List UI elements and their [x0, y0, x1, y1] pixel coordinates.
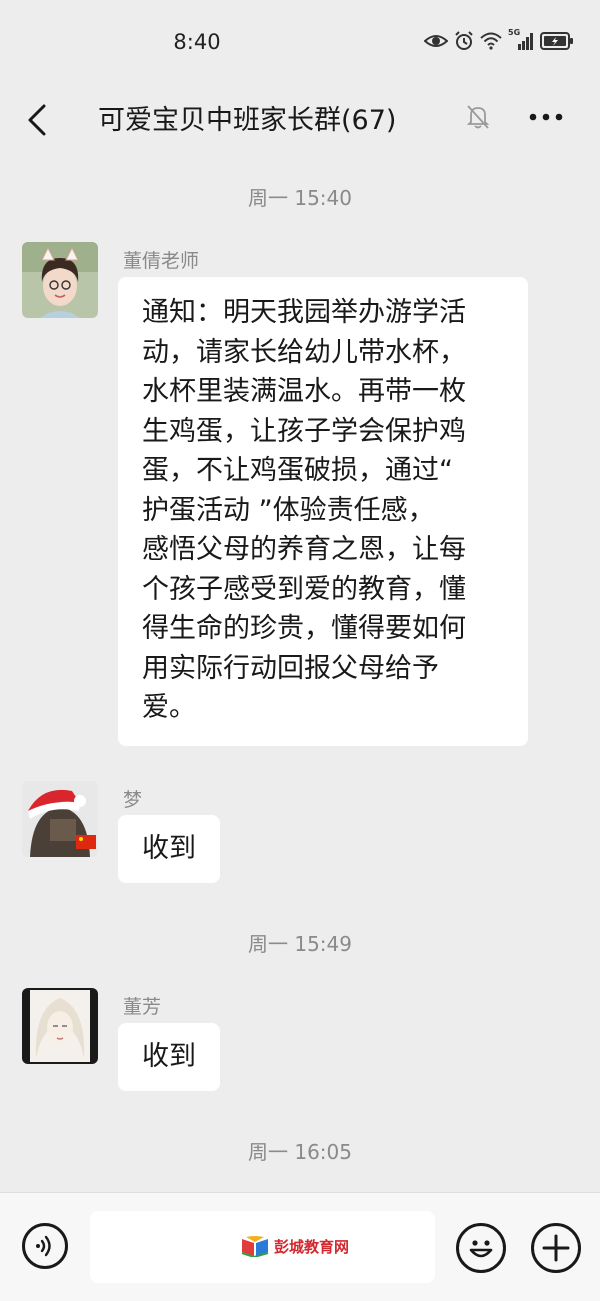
- more-icon: [529, 113, 563, 121]
- plus-button[interactable]: [531, 1223, 581, 1273]
- avatar-teacher[interactable]: [22, 242, 98, 318]
- time-separator: 周一 15:40: [248, 186, 352, 210]
- status-bar: 8:40 5G: [0, 0, 600, 88]
- watermark: 彭城教育网: [240, 1235, 349, 1257]
- chat-area[interactable]: 周一 15:40 董倩老师 通知：明天我园举办游学活 动，请家长给幼儿带水杯， …: [0, 162, 600, 1192]
- message-line: 得生命的珍贵，懂得要如何: [142, 613, 466, 644]
- message-line: 个孩子感受到爱的教育，懂: [142, 573, 466, 605]
- sender-name: 梦: [123, 789, 143, 811]
- nav-bar: 可爱宝贝中班家长群(67): [0, 88, 600, 162]
- watermark-text: 彭城教育网: [274, 1237, 350, 1256]
- message-line: 通知：明天我园举办游学活: [142, 297, 466, 328]
- avatar-dongfang[interactable]: [22, 988, 98, 1064]
- plus-icon: [542, 1234, 570, 1262]
- voice-icon: [36, 1235, 51, 1257]
- message-line: 爱。: [142, 692, 196, 723]
- sender-name: 董倩老师: [123, 250, 200, 272]
- avatar-meng[interactable]: [22, 781, 98, 857]
- message-line: 生鸡蛋，让孩子学会保护鸡: [142, 415, 466, 447]
- message-bubble[interactable]: 收到: [118, 1023, 220, 1091]
- chat-title: 可爱宝贝中班家长群(67): [98, 105, 397, 136]
- voice-button[interactable]: [22, 1223, 68, 1269]
- message-bubble[interactable]: 收到: [118, 815, 220, 883]
- back-button[interactable]: [18, 98, 58, 138]
- wifi-icon: [480, 32, 502, 50]
- emoji-icon: [469, 1240, 493, 1258]
- alarm-icon: [455, 31, 473, 50]
- status-time: 8:40: [173, 30, 221, 54]
- more-button[interactable]: [524, 102, 570, 132]
- emoji-button[interactable]: [456, 1223, 506, 1273]
- time-separator: 周一 16:05: [248, 1140, 352, 1164]
- message-line: 感悟父母的养育之恩，让每: [142, 534, 466, 565]
- watermark-logo-icon: [241, 1236, 269, 1257]
- chevron-left-icon: [28, 104, 46, 136]
- message-input[interactable]: 彭城教育网: [90, 1211, 435, 1283]
- status-icons: 5G: [424, 28, 574, 51]
- sender-name: 董芳: [123, 996, 162, 1018]
- message-line: 用实际行动回报父母给予: [142, 652, 439, 684]
- message-line: 水杯里装满温水。再带一枚: [142, 376, 466, 407]
- battery-icon: [540, 32, 573, 50]
- input-bar: 彭城教育网: [0, 1192, 600, 1301]
- message-text: 收到: [142, 1041, 196, 1072]
- message-text: 收到: [142, 833, 196, 864]
- message-line: 蛋，不让鸡蛋破损，通过“: [142, 455, 453, 486]
- bell-off-icon: [466, 105, 490, 129]
- message-line: 护蛋活动 ”体验责任感，: [142, 494, 435, 526]
- eye-icon: [424, 35, 448, 47]
- time-separator: 周一 15:49: [248, 932, 352, 956]
- message-line: 动，请家长给幼儿带水杯，: [142, 336, 466, 368]
- signal-5g-icon: 5G: [508, 28, 534, 51]
- message-bubble[interactable]: 通知：明天我园举办游学活 动，请家长给幼儿带水杯， 水杯里装满温水。再带一枚 生…: [118, 277, 528, 746]
